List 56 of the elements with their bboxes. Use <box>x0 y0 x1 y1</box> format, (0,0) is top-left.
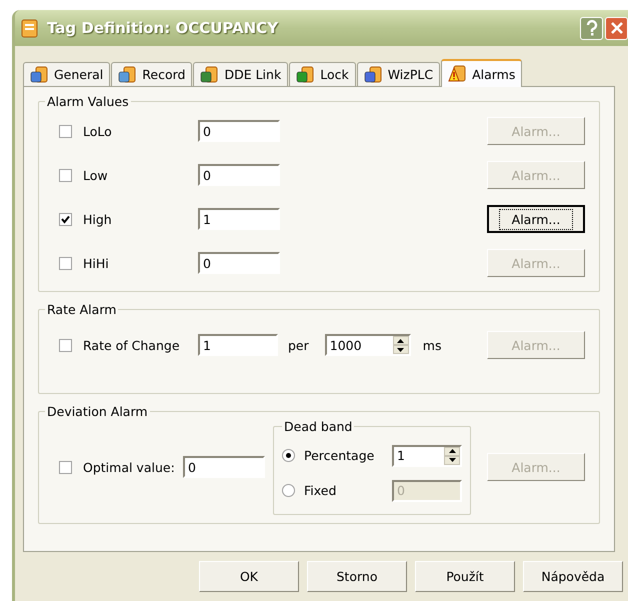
tab[interactable]: General <box>23 62 110 86</box>
radio-button[interactable] <box>282 449 295 462</box>
group-title: Rate Alarm <box>46 302 118 317</box>
close-button[interactable] <box>605 16 628 40</box>
input-field[interactable]: 0 <box>183 456 265 478</box>
checkbox-label: Optimal value: <box>83 460 176 474</box>
field-label: per <box>288 338 309 352</box>
tag-icon <box>200 66 218 84</box>
checkbox[interactable] <box>59 212 72 226</box>
tag-icon <box>21 18 39 38</box>
question-icon <box>584 20 598 36</box>
tag-icon <box>296 66 314 84</box>
input-field[interactable]: 0 <box>198 252 280 274</box>
tag-icon <box>30 66 48 84</box>
up-arrow-icon[interactable] <box>448 449 456 453</box>
checkbox[interactable] <box>59 460 72 474</box>
help-button[interactable] <box>580 16 603 40</box>
unit-label: ms <box>422 338 442 352</box>
tab[interactable]: Record <box>111 62 192 86</box>
group-title: Alarm Values <box>46 94 130 109</box>
alarm-button[interactable]: Alarm... <box>487 205 585 233</box>
dialog-button[interactable]: OK <box>199 561 299 592</box>
checkbox-label: HiHi <box>83 256 110 270</box>
checkbox-label: Rate of Change <box>83 338 181 352</box>
checkbox[interactable] <box>59 338 72 352</box>
checkbox-label: Low <box>83 168 109 182</box>
down-arrow-icon[interactable] <box>397 348 404 352</box>
up-arrow-icon[interactable] <box>397 338 404 342</box>
tab[interactable]: DDE Link <box>193 62 288 86</box>
warning-icon <box>448 65 466 83</box>
radio-label: Fixed <box>304 483 338 498</box>
group-title: Deviation Alarm <box>46 404 149 419</box>
checkbox[interactable] <box>59 124 72 138</box>
checkbox[interactable] <box>59 168 72 182</box>
checkbox[interactable] <box>59 256 72 270</box>
input-field[interactable]: 0 <box>198 120 280 142</box>
tab[interactable]: WizPLC <box>356 62 440 86</box>
checkbox-label: High <box>83 212 113 226</box>
tag-icon <box>118 66 136 84</box>
tag-icon <box>364 66 382 84</box>
tab[interactable]: Lock <box>289 62 356 86</box>
down-arrow-icon[interactable] <box>448 458 456 462</box>
input-field[interactable]: 0 <box>198 164 280 186</box>
checkbox-label: LoLo <box>83 124 113 138</box>
dialog-button[interactable]: Storno <box>307 561 407 592</box>
dialog-button[interactable]: Nápověda <box>523 561 623 592</box>
spinner-field[interactable]: 1000 <box>324 334 411 356</box>
spinner-field[interactable]: 1 <box>392 444 462 466</box>
close-icon <box>610 21 624 35</box>
input-field[interactable]: 1 <box>198 334 278 356</box>
radio-label: Percentage <box>304 448 376 463</box>
window-title: Tag Definition: OCCUPANCY <box>47 19 280 37</box>
dialog-button[interactable]: Použít <box>415 561 515 592</box>
group-title: Dead band <box>283 419 354 434</box>
tab[interactable]: Alarms <box>441 59 522 87</box>
input-field[interactable]: 1 <box>198 208 280 230</box>
